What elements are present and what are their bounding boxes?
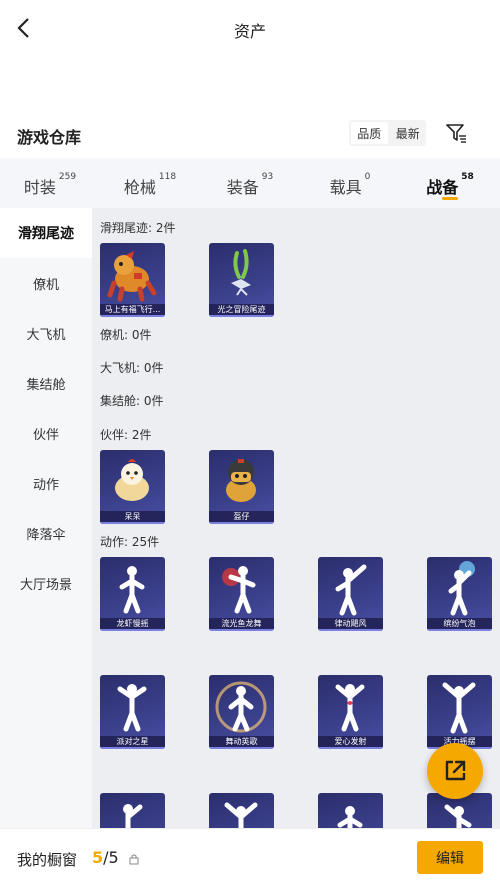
item-name: 爱心发射 [318, 736, 383, 749]
group-label-glide: 滑翔尾迹: 2件 [100, 221, 176, 235]
assets-page: 资产 游戏仓库 品质 最新 时装 259 枪械 118 装备 93 载具 0 战备 58 … [0, 0, 500, 885]
showcase-count: 5/5 [92, 848, 119, 867]
sidebar-item-parachute[interactable]: 降落伞 [0, 508, 92, 558]
item-card[interactable]: 活力摇摆 [427, 675, 492, 749]
sidebar-item-lobby-scene[interactable]: 大厅场景 [0, 558, 92, 608]
item-name: 龙虾慢摇 [100, 618, 165, 631]
chick-plush-icon [115, 459, 149, 501]
dancer-figure-icon [337, 806, 363, 828]
item-card[interactable]: 呆呆 [100, 450, 165, 524]
group-label-plane: 大飞机: 0件 [100, 361, 164, 375]
tab-count: 58 [461, 172, 474, 182]
item-grid: 滑翔尾迹: 2件 马上有福飞行... 光之冒险尾迹 僚机: 0件 大飞机: 0件… [92, 208, 500, 828]
filter-icon[interactable] [444, 121, 468, 145]
item-card[interactable]: 舞动英歌 [209, 675, 274, 749]
dancer-figure-icon [117, 684, 147, 732]
showcase-current: 5 [92, 848, 104, 867]
group-label-emote: 动作: 25件 [100, 535, 160, 549]
tab-label: 载具 [329, 178, 362, 197]
category-tabs: 时装 259 枪械 118 装备 93 载具 0 战备 58 [0, 158, 500, 208]
item-card[interactable] [100, 793, 165, 828]
tab-label: 时装 [23, 178, 56, 197]
share-button[interactable] [427, 743, 483, 799]
sidebar-item-pod[interactable]: 集结舱 [0, 358, 92, 408]
dancer-figure-icon [448, 561, 475, 616]
tab-guns[interactable]: 枪械 118 [100, 158, 200, 208]
sort-latest-button[interactable]: 最新 [390, 120, 427, 146]
showcase-label: 我的橱窗 [17, 851, 78, 869]
item-name: 流光鱼龙舞 [209, 618, 274, 631]
dancer-figure-icon [335, 684, 365, 732]
lock-icon [129, 854, 139, 865]
item-name: 缤纷气泡 [427, 618, 492, 631]
sidebar-item-partner[interactable]: 伙伴 [0, 408, 92, 458]
dancer-figure-icon [442, 682, 476, 734]
showcase-total: /5 [103, 848, 119, 867]
tab-label: 战备 [426, 178, 459, 197]
tab-battle-gear[interactable]: 战备 58 [400, 158, 500, 208]
top-bar: 资产 [0, 0, 500, 58]
tab-fashion[interactable]: 时装 259 [0, 158, 100, 208]
section-header: 游戏仓库 品质 最新 [0, 118, 500, 154]
sidebar-item-glide-trail[interactable]: 滑翔尾迹 [0, 208, 92, 258]
item-card[interactable]: 盔仔 [209, 450, 274, 524]
tab-equipment[interactable]: 装备 93 [200, 158, 300, 208]
tab-label: 装备 [226, 178, 259, 197]
sort-quality-button[interactable]: 品质 [351, 122, 388, 144]
helmet-buddy-icon [226, 459, 256, 502]
tab-count: 118 [158, 172, 177, 182]
light-trail-icon [231, 249, 251, 296]
item-name: 律动飓风 [318, 618, 383, 631]
item-card[interactable]: 派对之星 [100, 675, 165, 749]
sidebar-item-emote[interactable]: 动作 [0, 458, 92, 508]
sidebar-item-wingman[interactable]: 僚机 [0, 258, 92, 308]
item-card[interactable]: 马上有福飞行... [100, 243, 165, 317]
dancer-figure-icon [215, 681, 267, 733]
sidebar-item-plane[interactable]: 大飞机 [0, 308, 92, 358]
group-label-wingman: 僚机: 0件 [100, 328, 152, 342]
dancer-figure-icon [123, 804, 143, 828]
item-card[interactable]: 缤纷气泡 [427, 557, 492, 631]
item-name: 舞动英歌 [209, 736, 274, 749]
item-name: 马上有福飞行... [100, 304, 165, 317]
item-card[interactable]: 律动飓风 [318, 557, 383, 631]
tab-count: 259 [58, 172, 77, 182]
item-card[interactable]: 爱心发射 [318, 675, 383, 749]
group-label-pod: 集结舱: 0件 [100, 394, 164, 408]
tab-count: 93 [261, 172, 274, 182]
horse-plush-icon [107, 251, 157, 302]
dancer-figure-icon [119, 566, 145, 614]
tab-vehicles[interactable]: 载具 0 [300, 158, 400, 208]
category-sidebar: 滑翔尾迹 僚机 大飞机 集结舱 伙伴 动作 降落伞 大厅场景 [0, 208, 92, 828]
share-external-icon [445, 760, 466, 781]
edit-button[interactable]: 编辑 [417, 841, 483, 874]
item-card[interactable]: 光之冒险尾迹 [209, 243, 274, 317]
item-name: 光之冒险尾迹 [209, 304, 274, 317]
dancer-figure-icon [222, 566, 256, 614]
item-card[interactable] [209, 793, 274, 828]
item-card[interactable]: 龙虾慢摇 [100, 557, 165, 631]
sort-toggle: 品质 最新 [349, 120, 426, 146]
bottom-bar: 我的橱窗 5/5 编辑 [0, 828, 500, 885]
dancer-figure-icon [224, 802, 258, 828]
item-name: 盔仔 [209, 511, 274, 524]
page-title: 资产 [233, 22, 266, 41]
dancer-figure-icon [335, 564, 367, 616]
group-label-partner: 伙伴: 2件 [100, 428, 152, 442]
item-card[interactable]: 流光鱼龙舞 [209, 557, 274, 631]
item-name: 派对之星 [100, 736, 165, 749]
tab-label: 枪械 [123, 178, 156, 197]
item-name: 呆呆 [100, 511, 165, 524]
section-title: 游戏仓库 [17, 128, 82, 147]
item-card[interactable] [318, 793, 383, 828]
tab-count: 0 [364, 172, 371, 182]
